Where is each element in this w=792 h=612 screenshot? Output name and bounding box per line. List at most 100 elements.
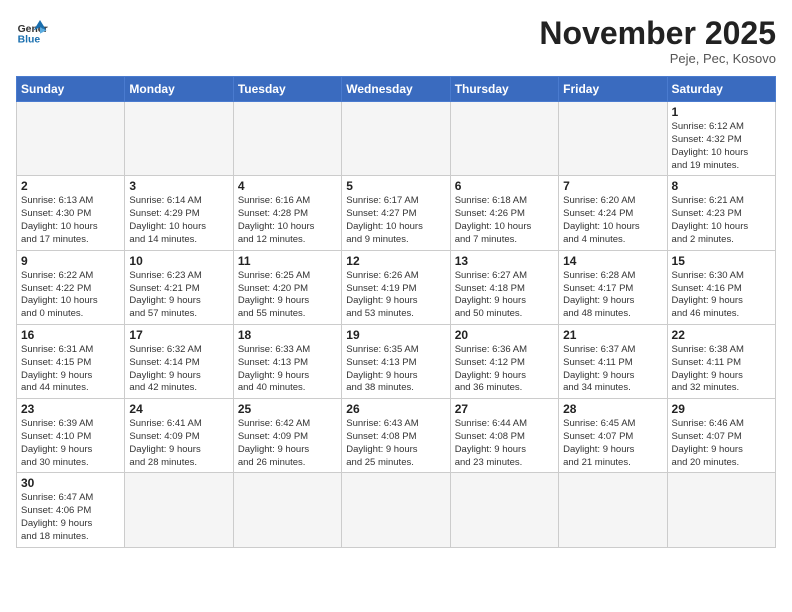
day-number: 28 bbox=[563, 402, 662, 416]
calendar-day-cell: 28Sunrise: 6:45 AM Sunset: 4:07 PM Dayli… bbox=[559, 399, 667, 473]
calendar-day-cell bbox=[450, 102, 558, 176]
day-info: Sunrise: 6:47 AM Sunset: 4:06 PM Dayligh… bbox=[21, 492, 120, 543]
calendar-day-cell: 17Sunrise: 6:32 AM Sunset: 4:14 PM Dayli… bbox=[125, 324, 233, 398]
day-info: Sunrise: 6:37 AM Sunset: 4:11 PM Dayligh… bbox=[563, 344, 662, 395]
page: General Blue November 2025 Peje, Pec, Ko… bbox=[0, 0, 792, 612]
day-number: 8 bbox=[672, 179, 771, 193]
calendar-day-cell: 15Sunrise: 6:30 AM Sunset: 4:16 PM Dayli… bbox=[667, 250, 775, 324]
day-info: Sunrise: 6:20 AM Sunset: 4:24 PM Dayligh… bbox=[563, 195, 662, 246]
day-number: 1 bbox=[672, 105, 771, 119]
day-info: Sunrise: 6:16 AM Sunset: 4:28 PM Dayligh… bbox=[238, 195, 337, 246]
calendar-day-cell: 7 Sunrise: 6:20 AM Sunset: 4:24 PM Daylig… bbox=[559, 176, 667, 250]
calendar-day-cell bbox=[233, 473, 341, 547]
calendar-day-cell: 1 Sunrise: 6:12 AM Sunset: 4:32 PM Daylig… bbox=[667, 102, 775, 176]
calendar-day-cell bbox=[559, 102, 667, 176]
day-info: Sunrise: 6:32 AM Sunset: 4:14 PM Dayligh… bbox=[129, 344, 228, 395]
calendar-day-cell bbox=[125, 102, 233, 176]
calendar-day-cell bbox=[125, 473, 233, 547]
calendar-day-cell: 3 Sunrise: 6:14 AM Sunset: 4:29 PM Daylig… bbox=[125, 176, 233, 250]
calendar-day-cell: 16 Sunrise: 6:31 AM Sunset: 4:15 PM Dayli… bbox=[17, 324, 125, 398]
calendar-week-row: 2 Sunrise: 6:13 AM Sunset: 4:30 PM Daylig… bbox=[17, 176, 776, 250]
calendar-day-cell: 14 Sunrise: 6:28 AM Sunset: 4:17 PM Dayli… bbox=[559, 250, 667, 324]
day-info: Sunrise: 6:35 AM Sunset: 4:13 PM Dayligh… bbox=[346, 344, 445, 395]
day-number: 6 bbox=[455, 179, 554, 193]
calendar-day-cell: 23Sunrise: 6:39 AM Sunset: 4:10 PM Dayli… bbox=[17, 399, 125, 473]
calendar-header-thursday: Thursday bbox=[450, 77, 558, 102]
calendar-header-monday: Monday bbox=[125, 77, 233, 102]
logo-icon: General Blue bbox=[16, 16, 48, 48]
day-info: Sunrise: 6:36 AM Sunset: 4:12 PM Dayligh… bbox=[455, 344, 554, 395]
header: General Blue November 2025 Peje, Pec, Ko… bbox=[16, 16, 776, 66]
day-info: Sunrise: 6:30 AM Sunset: 4:16 PM Dayligh… bbox=[672, 270, 771, 321]
calendar-day-cell: 2 Sunrise: 6:13 AM Sunset: 4:30 PM Daylig… bbox=[17, 176, 125, 250]
calendar-week-row: 23Sunrise: 6:39 AM Sunset: 4:10 PM Dayli… bbox=[17, 399, 776, 473]
day-info: Sunrise: 6:33 AM Sunset: 4:13 PM Dayligh… bbox=[238, 344, 337, 395]
day-info: Sunrise: 6:13 AM Sunset: 4:30 PM Dayligh… bbox=[21, 195, 120, 246]
calendar-day-cell: 12 Sunrise: 6:26 AM Sunset: 4:19 PM Dayli… bbox=[342, 250, 450, 324]
day-number: 22 bbox=[672, 328, 771, 342]
day-number: 20 bbox=[455, 328, 554, 342]
day-number: 25 bbox=[238, 402, 337, 416]
calendar-table: SundayMondayTuesdayWednesdayThursdayFrid… bbox=[16, 76, 776, 548]
day-info: Sunrise: 6:23 AM Sunset: 4:21 PM Dayligh… bbox=[129, 270, 228, 321]
day-info: Sunrise: 6:42 AM Sunset: 4:09 PM Dayligh… bbox=[238, 418, 337, 469]
day-info: Sunrise: 6:31 AM Sunset: 4:15 PM Dayligh… bbox=[21, 344, 120, 395]
calendar-header-row: SundayMondayTuesdayWednesdayThursdayFrid… bbox=[17, 77, 776, 102]
day-info: Sunrise: 6:43 AM Sunset: 4:08 PM Dayligh… bbox=[346, 418, 445, 469]
day-number: 11 bbox=[238, 254, 337, 268]
calendar-day-cell: 25 Sunrise: 6:42 AM Sunset: 4:09 PM Dayli… bbox=[233, 399, 341, 473]
calendar-day-cell: 13Sunrise: 6:27 AM Sunset: 4:18 PM Dayli… bbox=[450, 250, 558, 324]
day-info: Sunrise: 6:12 AM Sunset: 4:32 PM Dayligh… bbox=[672, 121, 771, 172]
calendar-day-cell: 26Sunrise: 6:43 AM Sunset: 4:08 PM Dayli… bbox=[342, 399, 450, 473]
day-number: 7 bbox=[563, 179, 662, 193]
day-number: 29 bbox=[672, 402, 771, 416]
calendar-day-cell: 20 Sunrise: 6:36 AM Sunset: 4:12 PM Dayli… bbox=[450, 324, 558, 398]
title-block: November 2025 Peje, Pec, Kosovo bbox=[539, 16, 776, 66]
calendar-week-row: 9 Sunrise: 6:22 AM Sunset: 4:22 PM Daylig… bbox=[17, 250, 776, 324]
calendar-day-cell bbox=[559, 473, 667, 547]
calendar-day-cell: 24Sunrise: 6:41 AM Sunset: 4:09 PM Dayli… bbox=[125, 399, 233, 473]
calendar-header-friday: Friday bbox=[559, 77, 667, 102]
calendar-day-cell bbox=[233, 102, 341, 176]
day-info: Sunrise: 6:26 AM Sunset: 4:19 PM Dayligh… bbox=[346, 270, 445, 321]
calendar-day-cell: 6 Sunrise: 6:18 AM Sunset: 4:26 PM Daylig… bbox=[450, 176, 558, 250]
calendar-week-row: 30 Sunrise: 6:47 AM Sunset: 4:06 PM Dayli… bbox=[17, 473, 776, 547]
day-info: Sunrise: 6:21 AM Sunset: 4:23 PM Dayligh… bbox=[672, 195, 771, 246]
calendar-day-cell: 21Sunrise: 6:37 AM Sunset: 4:11 PM Dayli… bbox=[559, 324, 667, 398]
day-info: Sunrise: 6:25 AM Sunset: 4:20 PM Dayligh… bbox=[238, 270, 337, 321]
day-info: Sunrise: 6:28 AM Sunset: 4:17 PM Dayligh… bbox=[563, 270, 662, 321]
calendar-day-cell: 10 Sunrise: 6:23 AM Sunset: 4:21 PM Dayli… bbox=[125, 250, 233, 324]
calendar-day-cell: 18 Sunrise: 6:33 AM Sunset: 4:13 PM Dayli… bbox=[233, 324, 341, 398]
day-info: Sunrise: 6:44 AM Sunset: 4:08 PM Dayligh… bbox=[455, 418, 554, 469]
calendar-day-cell bbox=[17, 102, 125, 176]
day-number: 9 bbox=[21, 254, 120, 268]
day-info: Sunrise: 6:39 AM Sunset: 4:10 PM Dayligh… bbox=[21, 418, 120, 469]
calendar-week-row: 16 Sunrise: 6:31 AM Sunset: 4:15 PM Dayli… bbox=[17, 324, 776, 398]
day-number: 19 bbox=[346, 328, 445, 342]
calendar-header-saturday: Saturday bbox=[667, 77, 775, 102]
calendar-day-cell: 11 Sunrise: 6:25 AM Sunset: 4:20 PM Dayli… bbox=[233, 250, 341, 324]
day-number: 10 bbox=[129, 254, 228, 268]
day-info: Sunrise: 6:27 AM Sunset: 4:18 PM Dayligh… bbox=[455, 270, 554, 321]
day-number: 14 bbox=[563, 254, 662, 268]
calendar-day-cell: 19 Sunrise: 6:35 AM Sunset: 4:13 PM Dayli… bbox=[342, 324, 450, 398]
day-info: Sunrise: 6:14 AM Sunset: 4:29 PM Dayligh… bbox=[129, 195, 228, 246]
day-number: 3 bbox=[129, 179, 228, 193]
day-number: 12 bbox=[346, 254, 445, 268]
calendar-day-cell: 9 Sunrise: 6:22 AM Sunset: 4:22 PM Daylig… bbox=[17, 250, 125, 324]
calendar-day-cell: 4 Sunrise: 6:16 AM Sunset: 4:28 PM Daylig… bbox=[233, 176, 341, 250]
day-info: Sunrise: 6:41 AM Sunset: 4:09 PM Dayligh… bbox=[129, 418, 228, 469]
day-number: 16 bbox=[21, 328, 120, 342]
calendar-day-cell: 22Sunrise: 6:38 AM Sunset: 4:11 PM Dayli… bbox=[667, 324, 775, 398]
day-number: 2 bbox=[21, 179, 120, 193]
calendar-day-cell: 30 Sunrise: 6:47 AM Sunset: 4:06 PM Dayli… bbox=[17, 473, 125, 547]
subtitle: Peje, Pec, Kosovo bbox=[539, 51, 776, 66]
calendar-day-cell: 27Sunrise: 6:44 AM Sunset: 4:08 PM Dayli… bbox=[450, 399, 558, 473]
day-number: 18 bbox=[238, 328, 337, 342]
day-info: Sunrise: 6:22 AM Sunset: 4:22 PM Dayligh… bbox=[21, 270, 120, 321]
day-info: Sunrise: 6:18 AM Sunset: 4:26 PM Dayligh… bbox=[455, 195, 554, 246]
day-number: 4 bbox=[238, 179, 337, 193]
day-number: 30 bbox=[21, 476, 120, 490]
day-number: 5 bbox=[346, 179, 445, 193]
calendar-day-cell bbox=[342, 473, 450, 547]
